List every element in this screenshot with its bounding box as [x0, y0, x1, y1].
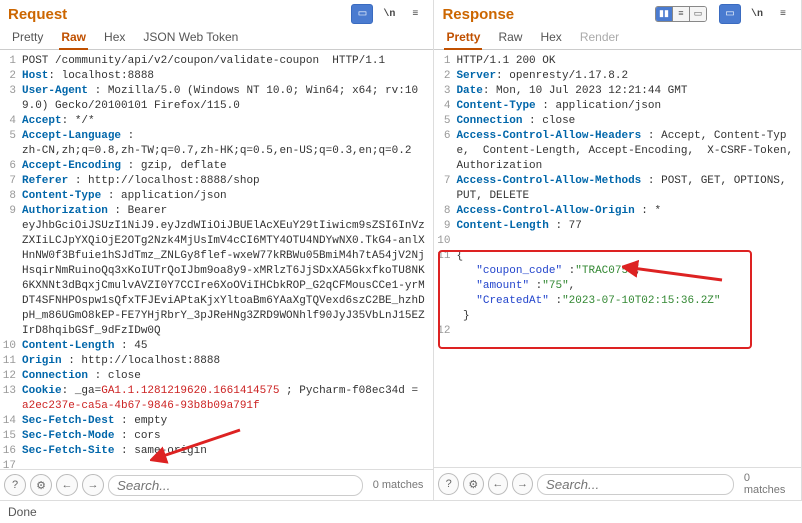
status-bar: Done	[0, 500, 802, 523]
code-line: 14Sec-Fetch-Dest : empty	[0, 414, 433, 429]
code-line: 5Connection : close	[434, 114, 801, 129]
request-tabs: Pretty Raw Hex JSON Web Token	[0, 26, 433, 50]
code-line: 15Sec-Fetch-Mode : cors	[0, 429, 433, 444]
code-line: 11{ "coupon_code" :"TRAC075", "amount" :…	[434, 249, 801, 324]
tab-render[interactable]: Render	[578, 26, 621, 49]
code-line: 2Host: localhost:8888	[0, 69, 433, 84]
response-tabs: Pretty Raw Hex Render	[434, 26, 801, 50]
code-line: 9Authorization : Bearer eyJhbGciOiJSUzI1…	[0, 204, 433, 339]
help-icon[interactable]: ?	[438, 473, 459, 495]
code-line: 2Server: openresty/1.17.8.2	[434, 69, 801, 84]
response-title: Response	[442, 6, 514, 23]
message-editor-icon[interactable]: ▭	[719, 4, 741, 24]
layout-single-icon[interactable]: ▭	[690, 7, 706, 21]
request-content[interactable]: 1POST /community/api/v2/coupon/validate-…	[0, 50, 433, 469]
hamburger-icon[interactable]: ≡	[405, 5, 425, 23]
code-line: 7Referer : http://localhost:8888/shop	[0, 174, 433, 189]
request-header: Request ▭ \n ≡	[0, 0, 433, 26]
layout-toggle[interactable]: ▮▮ ≡ ▭	[655, 6, 707, 22]
code-line: 4Content-Type : application/json	[434, 99, 801, 114]
hamburger-icon[interactable]: ≡	[773, 5, 793, 23]
wrap-icon[interactable]: \n	[379, 5, 399, 23]
code-line: 7Access-Control-Allow-Methods : POST, GE…	[434, 174, 801, 204]
wrap-icon[interactable]: \n	[747, 5, 767, 23]
code-line: 4Accept: */*	[0, 114, 433, 129]
matches-label: 0 matches	[738, 472, 797, 496]
message-editor-icon[interactable]: ▭	[351, 4, 373, 24]
request-pane: Request ▭ \n ≡ Pretty Raw Hex JSON Web T…	[0, 0, 434, 500]
next-icon[interactable]: →	[512, 473, 533, 495]
request-footer: ? ⚙ ← → 0 matches	[0, 469, 433, 500]
response-header: Response ▮▮ ≡ ▭ ▭ \n ≡	[434, 0, 801, 26]
response-content[interactable]: 1HTTP/1.1 200 OK2Server: openresty/1.17.…	[434, 50, 801, 467]
tab-jwt[interactable]: JSON Web Token	[141, 26, 240, 49]
code-line: 1POST /community/api/v2/coupon/validate-…	[0, 54, 433, 69]
code-line: 9Content-Length : 77	[434, 219, 801, 234]
code-line: 13Cookie: _ga=GA1.1.1281219620.166141457…	[0, 384, 433, 414]
code-line: 6Accept-Encoding : gzip, deflate	[0, 159, 433, 174]
tab-raw[interactable]: Raw	[496, 26, 524, 49]
code-line: 3Date: Mon, 10 Jul 2023 12:21:44 GMT	[434, 84, 801, 99]
prev-icon[interactable]: ←	[56, 474, 78, 496]
response-pane: Response ▮▮ ≡ ▭ ▭ \n ≡ Pretty Raw Hex Re…	[434, 0, 802, 500]
code-line: 10Content-Length : 45	[0, 339, 433, 354]
tab-hex[interactable]: Hex	[538, 26, 563, 49]
code-line: 6Access-Control-Allow-Headers : Accept, …	[434, 129, 801, 174]
code-line: 8Content-Type : application/json	[0, 189, 433, 204]
request-title: Request	[8, 6, 67, 23]
code-line: 12	[434, 324, 801, 339]
code-line: 17	[0, 459, 433, 469]
code-line: 16Sec-Fetch-Site : same-origin	[0, 444, 433, 459]
code-line: 8Access-Control-Allow-Origin : *	[434, 204, 801, 219]
matches-label: 0 matches	[367, 479, 430, 491]
code-line: 11Origin : http://localhost:8888	[0, 354, 433, 369]
gear-icon[interactable]: ⚙	[30, 474, 52, 496]
prev-icon[interactable]: ←	[488, 473, 509, 495]
tab-hex[interactable]: Hex	[102, 26, 127, 49]
help-icon[interactable]: ?	[4, 474, 26, 496]
next-icon[interactable]: →	[82, 474, 104, 496]
code-line: 5Accept-Language : zh-CN,zh;q=0.8,zh-TW;…	[0, 129, 433, 159]
tab-raw[interactable]: Raw	[59, 26, 88, 50]
code-line: 10	[434, 234, 801, 249]
layout-columns-icon[interactable]: ▮▮	[656, 7, 673, 21]
code-line: 1HTTP/1.1 200 OK	[434, 54, 801, 69]
search-input[interactable]	[537, 474, 734, 495]
code-line: 12Connection : close	[0, 369, 433, 384]
response-footer: ? ⚙ ← → 0 matches	[434, 467, 801, 500]
layout-rows-icon[interactable]: ≡	[673, 7, 690, 21]
code-line: 3User-Agent : Mozilla/5.0 (Windows NT 10…	[0, 84, 433, 114]
tab-pretty[interactable]: Pretty	[10, 26, 45, 49]
tab-pretty[interactable]: Pretty	[444, 26, 482, 50]
search-input[interactable]	[108, 475, 363, 496]
gear-icon[interactable]: ⚙	[463, 473, 484, 495]
